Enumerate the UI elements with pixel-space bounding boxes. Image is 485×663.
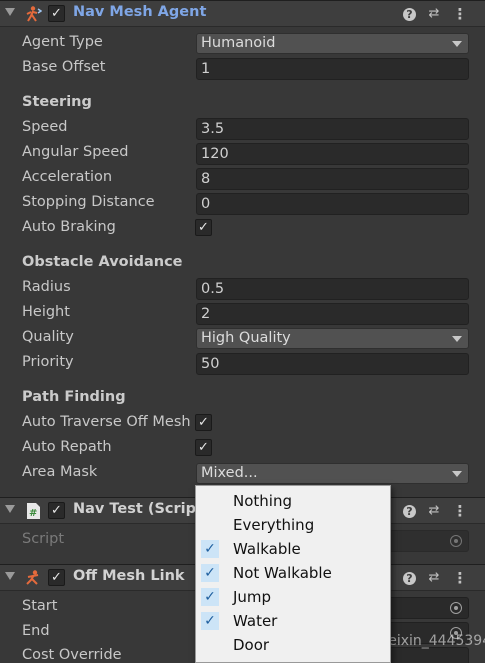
angular-speed-field[interactable]: 120	[196, 143, 469, 165]
checkmark-icon: ✓	[201, 564, 219, 582]
menu-item-label: Jump	[233, 588, 272, 606]
foldout-arrow-icon[interactable]	[5, 8, 15, 16]
nav-mesh-agent-icon	[26, 6, 42, 22]
quality-dropdown[interactable]: High Quality	[196, 328, 469, 349]
stopping-distance-field[interactable]: 0	[196, 193, 469, 215]
stopping-distance-label: Stopping Distance	[22, 194, 155, 210]
end-label: End	[22, 623, 50, 639]
presets-icon[interactable]: ⇄	[426, 6, 442, 22]
base-offset-label: Base Offset	[22, 59, 106, 75]
menu-item-label: Not Walkable	[233, 564, 332, 582]
auto-traverse-checkbox[interactable]: ✓	[195, 414, 212, 431]
height-field[interactable]: 2	[196, 303, 469, 325]
start-label: Start	[22, 598, 58, 614]
presets-icon[interactable]: ⇄	[426, 503, 442, 519]
menu-item-door[interactable]: Door	[196, 633, 390, 657]
radius-label: Radius	[22, 279, 71, 295]
cost-override-label: Cost Override	[22, 647, 122, 663]
checkmark-icon: ✓	[201, 540, 219, 558]
script-label: Script	[22, 531, 65, 547]
menu-item-label: Everything	[233, 516, 315, 534]
nav-test-enabled-checkbox[interactable]: ✓	[48, 502, 65, 519]
menu-item-nothing[interactable]: Nothing	[196, 489, 390, 513]
foldout-arrow-icon[interactable]	[5, 572, 15, 580]
obstacle-avoidance-heading: Obstacle Avoidance	[22, 254, 183, 270]
agent-type-label: Agent Type	[22, 34, 103, 50]
auto-repath-label: Auto Repath	[22, 439, 112, 455]
menu-item-label: Nothing	[233, 492, 292, 510]
off-mesh-link-title: Off Mesh Link	[73, 568, 185, 584]
area-mask-dropdown[interactable]: Mixed...	[196, 463, 469, 484]
object-picker-icon[interactable]	[450, 535, 462, 547]
area-mask-menu[interactable]: Nothing Everything ✓ Walkable ✓ Not Walk…	[195, 485, 391, 663]
menu-item-everything[interactable]: Everything	[196, 513, 390, 537]
auto-braking-label: Auto Braking	[22, 219, 116, 235]
more-options-icon[interactable]: ⋮	[452, 6, 468, 22]
menu-item-water[interactable]: ✓ Water	[196, 609, 390, 633]
height-label: Height	[22, 304, 70, 320]
help-icon[interactable]: ?	[403, 572, 416, 585]
more-options-icon[interactable]: ⋮	[452, 503, 468, 519]
nav-mesh-agent-enabled-checkbox[interactable]: ✓	[48, 5, 65, 22]
dropdown-arrow-icon	[452, 336, 462, 342]
object-picker-icon[interactable]	[450, 602, 462, 614]
priority-label: Priority	[22, 354, 74, 370]
agent-type-dropdown[interactable]: Humanoid	[196, 33, 469, 54]
checkmark-icon: ✓	[201, 588, 219, 606]
quality-value: High Quality	[201, 330, 291, 346]
presets-icon[interactable]: ⇄	[426, 570, 442, 586]
priority-field[interactable]: 50	[196, 353, 469, 375]
menu-item-label: Door	[233, 636, 270, 654]
menu-item-walkable[interactable]: ✓ Walkable	[196, 537, 390, 561]
quality-label: Quality	[22, 329, 74, 345]
steering-heading: Steering	[22, 94, 92, 110]
speed-field[interactable]: 3.5	[196, 118, 469, 140]
menu-item-label: Walkable	[233, 540, 301, 558]
dropdown-arrow-icon	[452, 471, 462, 477]
more-options-icon[interactable]: ⋮	[452, 570, 468, 586]
base-offset-field[interactable]: 1	[196, 58, 469, 80]
auto-braking-checkbox[interactable]: ✓	[195, 219, 212, 236]
angular-speed-label: Angular Speed	[22, 144, 129, 160]
nav-test-title: Nav Test (Script)	[73, 501, 210, 517]
off-mesh-link-enabled-checkbox[interactable]: ✓	[48, 569, 65, 586]
path-finding-heading: Path Finding	[22, 389, 126, 405]
acceleration-field[interactable]: 8	[196, 168, 469, 190]
dropdown-arrow-icon	[452, 41, 462, 47]
help-icon[interactable]: ?	[403, 505, 416, 518]
nav-mesh-agent-header[interactable]: ✓ Nav Mesh Agent ? ⇄ ⋮	[0, 0, 485, 27]
menu-item-not-walkable[interactable]: ✓ Not Walkable	[196, 561, 390, 585]
menu-item-jump[interactable]: ✓ Jump	[196, 585, 390, 609]
foldout-arrow-icon[interactable]	[5, 505, 15, 513]
speed-label: Speed	[22, 119, 68, 135]
acceleration-label: Acceleration	[22, 169, 113, 185]
agent-type-value: Humanoid	[201, 35, 276, 51]
checkmark-icon: ✓	[201, 612, 219, 630]
help-icon[interactable]: ?	[403, 8, 416, 21]
menu-item-label: Water	[233, 612, 278, 630]
auto-repath-checkbox[interactable]: ✓	[195, 439, 212, 456]
auto-traverse-label: Auto Traverse Off Mesh Link	[22, 414, 192, 430]
csharp-script-icon: #	[27, 503, 40, 519]
nav-mesh-agent-title: Nav Mesh Agent	[73, 4, 207, 20]
radius-field[interactable]: 0.5	[196, 278, 469, 300]
off-mesh-link-icon	[26, 570, 39, 585]
area-mask-label: Area Mask	[22, 464, 98, 480]
area-mask-value: Mixed...	[201, 465, 258, 481]
svg-text:#: #	[29, 508, 37, 519]
